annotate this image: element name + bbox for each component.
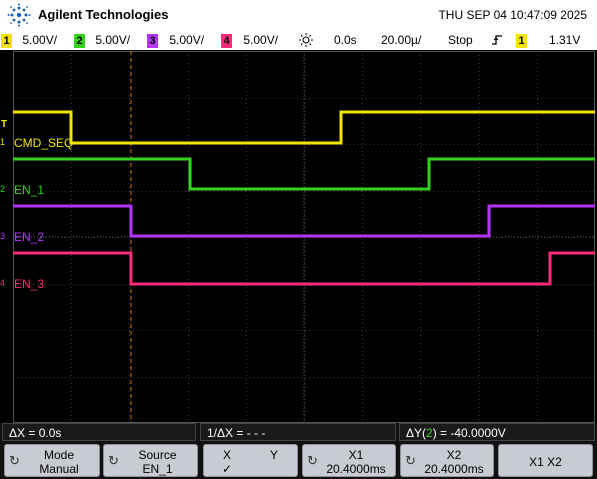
ch4-marker-number: 4: [0, 278, 6, 288]
mode-label: Mode: [43, 448, 75, 462]
agilent-spark-logo-icon: [7, 3, 31, 27]
ch3-marker-number: 3: [0, 231, 6, 241]
trigger-level-marker[interactable]: T: [0, 119, 12, 133]
delta-y-prefix: ΔY(: [406, 426, 427, 440]
ch4-label: EN_3: [14, 277, 45, 291]
delta-x-readout: ΔX = 0.0s: [2, 423, 196, 441]
ch1-marker-number: 1: [0, 137, 6, 147]
ch3-status[interactable]: 3 5.00V/: [147, 33, 204, 48]
x-option: X: [223, 448, 232, 462]
ch2-number: 2: [74, 34, 85, 48]
header-bar: Agilent Technologies THU SEP 04 10:47:09…: [0, 0, 597, 31]
ch2-label: EN_1: [14, 183, 45, 197]
delta-y-channel: 2: [426, 426, 433, 440]
mode-value: Manual: [39, 462, 79, 476]
delta-y-readout: ΔY(2) = -40.0000V: [399, 423, 595, 441]
x-selected-check-icon: ✓: [222, 462, 233, 476]
x1-softkey[interactable]: ↻ X1 20.4000ms: [302, 444, 396, 477]
ch1-number: 1: [1, 34, 12, 48]
run-state[interactable]: Stop: [448, 33, 473, 47]
trigger-edge-icon: [492, 35, 502, 45]
delay-sun-icon: [299, 33, 313, 47]
ch1-label: CMD_SEQ: [14, 136, 74, 150]
x1-x2-softkey[interactable]: X1 X2: [498, 444, 593, 477]
trigger-marker-text: T: [1, 119, 8, 130]
ch2-scale: 5.00V/: [95, 33, 131, 47]
x2-label: X2: [446, 448, 462, 462]
trigger-channel[interactable]: 1: [516, 33, 527, 48]
x2-value: 20.4000ms: [424, 462, 484, 476]
inverse-delta-x-readout: 1/ΔX = - - -: [200, 423, 396, 441]
ch2-marker-number: 2: [0, 184, 6, 194]
x2-softkey[interactable]: ↻ X2 20.4000ms: [400, 444, 494, 477]
waveform-display[interactable]: [13, 51, 595, 423]
x1-value: 20.4000ms: [326, 462, 386, 476]
x1-label: X1: [348, 448, 364, 462]
ch3-number: 3: [147, 34, 158, 48]
source-softkey[interactable]: ↻ Source EN_1: [103, 444, 198, 477]
trigger-channel-number: 1: [516, 34, 527, 48]
softkey-panel: ΔX = 0.0s 1/ΔX = - - - ΔY(2) = -40.0000V…: [0, 423, 597, 479]
source-value: EN_1: [142, 462, 173, 476]
ch3-scale: 5.00V/: [169, 33, 205, 47]
ch4-number: 4: [221, 34, 232, 48]
timebase-value[interactable]: 20.00µ/: [381, 33, 421, 47]
delay-value[interactable]: 0.0s: [334, 33, 357, 47]
ch2-status[interactable]: 2 5.00V/: [74, 33, 130, 48]
ch4-scale: 5.00V/: [243, 33, 279, 47]
y-option: Y: [270, 448, 279, 462]
ch4-status[interactable]: 4 5.00V/: [221, 33, 278, 48]
delta-y-value: ) = -40.0000V: [432, 426, 506, 440]
ch1-scale: 5.00V/: [22, 33, 58, 47]
xy-softkey[interactable]: X Y ✓: [203, 444, 298, 477]
brand-name: Agilent Technologies: [38, 7, 169, 22]
ch3-label: EN_2: [14, 230, 45, 244]
trigger-level[interactable]: 1.31V: [549, 33, 580, 47]
mode-softkey[interactable]: ↻ Mode Manual: [4, 444, 100, 477]
date-time: THU SEP 04 10:47:09 2025: [438, 8, 587, 22]
status-bar: 1 5.00V/ 2 5.00V/ 3 5.00V/ 4 5.00V/ 0.0s…: [0, 31, 597, 50]
ch1-status[interactable]: 1 5.00V/: [1, 33, 57, 48]
source-label: Source: [138, 448, 177, 462]
x1-x2-label: X1 X2: [529, 455, 562, 469]
